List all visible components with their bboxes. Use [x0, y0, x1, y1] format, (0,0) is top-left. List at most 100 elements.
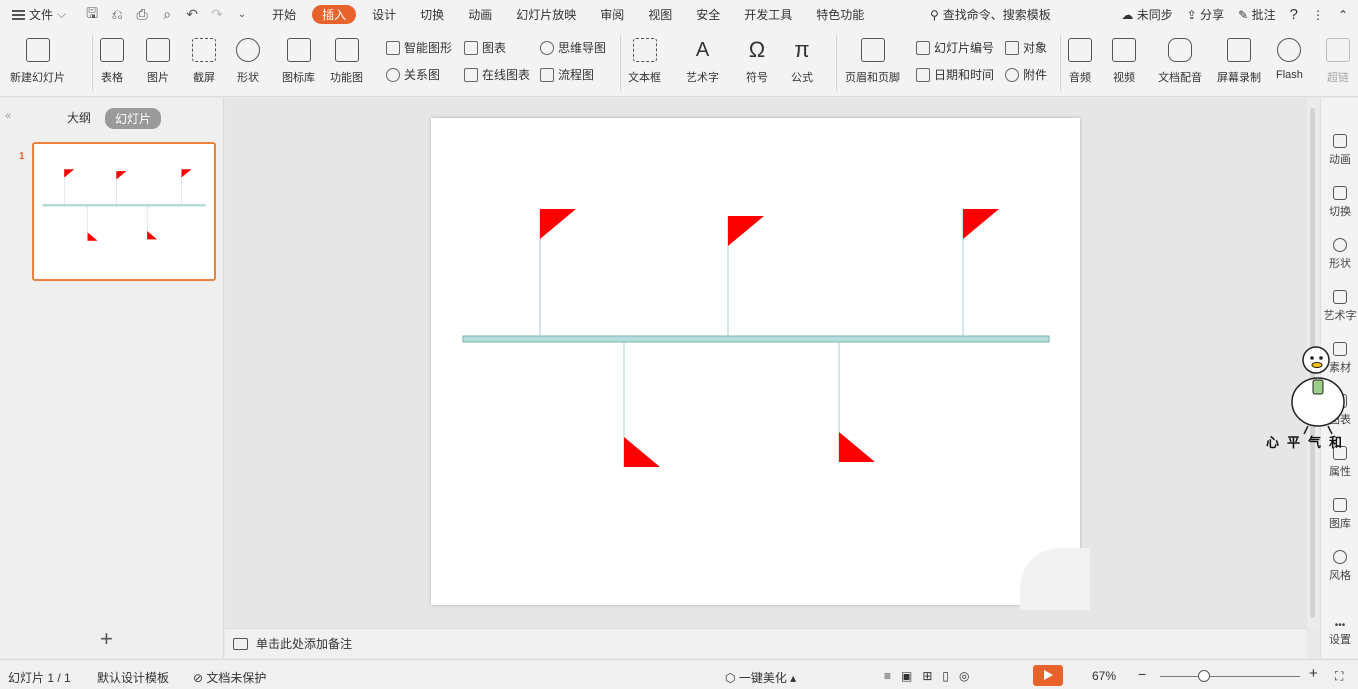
view-mode-buttons[interactable]: ≡▣⊞▯◎ — [884, 669, 980, 683]
symbol-button[interactable]: Ω 符号 — [745, 29, 769, 85]
reading-view-icon[interactable]: ▯ — [942, 669, 959, 683]
customize-icon[interactable]: ⌄ — [234, 9, 250, 20]
flowchart-button[interactable]: 流程图 — [540, 66, 594, 83]
collapse-panel-icon[interactable]: « — [5, 110, 11, 122]
table-button[interactable]: 表格 — [100, 29, 124, 85]
tab-features[interactable]: 特色功能 — [804, 0, 876, 29]
tab-security[interactable]: 安全 — [684, 0, 732, 29]
online-chart-label: 在线图表 — [482, 68, 531, 82]
print-icon[interactable]: ⎙ — [134, 6, 150, 23]
format-painter-icon[interactable]: ⎌ — [109, 6, 125, 23]
datetime-button[interactable]: 日期和时间 — [916, 66, 994, 83]
sync-button[interactable]: ☁ 未同步 — [1121, 6, 1172, 23]
tab-slides[interactable]: 幻灯片 — [105, 108, 162, 129]
online-chart-button[interactable]: 在线图表 — [464, 66, 530, 83]
screenshot-button[interactable]: 截屏 — [192, 29, 216, 85]
play-slideshow-button[interactable] — [1033, 665, 1063, 686]
more-icon[interactable]: ⋮ — [1312, 8, 1324, 22]
pane-animation[interactable]: 动画 — [1321, 134, 1358, 167]
icon-library-button[interactable]: 图标库 — [282, 29, 315, 85]
divider — [836, 35, 837, 91]
screen-record-button[interactable]: 屏幕录制 — [1217, 29, 1261, 85]
picture-button[interactable]: 图片 — [146, 29, 170, 85]
object-button[interactable]: 对象 — [1005, 39, 1047, 56]
formula-button[interactable]: π 公式 — [790, 29, 814, 85]
pane-style[interactable]: 风格 — [1321, 550, 1358, 583]
command-search[interactable]: ⚲ 查找命令、搜索模板 — [930, 6, 1051, 23]
flag-top-2[interactable] — [727, 216, 764, 336]
chart-button[interactable]: 图表 — [464, 39, 506, 56]
search-icon: ⚲ — [930, 7, 939, 22]
flag-bottom-2[interactable] — [838, 342, 875, 462]
comment-button[interactable]: ✎ 批注 — [1238, 6, 1275, 23]
flash-button[interactable]: Flash — [1276, 29, 1303, 81]
tab-design[interactable]: 设计 — [360, 0, 408, 29]
pane-transition[interactable]: 切换 — [1321, 186, 1358, 219]
tab-view[interactable]: 视图 — [636, 0, 684, 29]
zoom-level[interactable]: 67% — [1092, 669, 1116, 683]
help-icon[interactable]: ? — [1290, 6, 1298, 23]
zoom-in-icon[interactable]: + — [1309, 665, 1318, 682]
tab-home[interactable]: 开始 — [260, 0, 308, 29]
tab-review[interactable]: 审阅 — [588, 0, 636, 29]
pane-shape[interactable]: 形状 — [1321, 238, 1358, 271]
smart-art-button[interactable]: 智能图形 — [386, 39, 452, 56]
tab-insert[interactable]: 插入 — [312, 5, 357, 24]
slide-count: 幻灯片 1 / 1 — [8, 671, 71, 685]
fit-window-icon[interactable]: ⛶ — [1335, 669, 1343, 684]
slide-canvas[interactable] — [431, 118, 1080, 605]
function-chart-button[interactable]: 功能图 — [330, 29, 363, 85]
shape-button[interactable]: 形状 — [236, 29, 260, 85]
video-button[interactable]: 视频 — [1112, 29, 1136, 85]
normal-view-icon[interactable]: ▣ — [901, 669, 922, 683]
share-button[interactable]: ⇪ 分享 — [1187, 6, 1224, 23]
redo-icon[interactable]: ↷ — [209, 6, 225, 23]
flag-top-3[interactable] — [962, 209, 999, 336]
object-icon — [1005, 40, 1019, 55]
tab-developer[interactable]: 开发工具 — [732, 0, 804, 29]
tab-slideshow[interactable]: 幻灯片放映 — [504, 0, 588, 29]
mind-map-button[interactable]: 思维导图 — [540, 39, 606, 56]
undo-icon[interactable]: ↶ — [184, 6, 200, 23]
zoom-slider[interactable] — [1160, 676, 1300, 677]
file-menu[interactable]: 文件 ⌵ — [0, 0, 74, 29]
datetime-label: 日期和时间 — [934, 68, 995, 82]
omega-icon: Ω — [748, 37, 766, 62]
new-slide-button[interactable]: 新建幻灯片 — [10, 29, 65, 85]
flag-bottom-1[interactable] — [623, 342, 660, 467]
presenter-icon[interactable]: ◎ — [959, 669, 979, 683]
tab-animation[interactable]: 动画 — [456, 0, 504, 29]
attachment-button[interactable]: 附件 — [1005, 66, 1047, 83]
tab-transition[interactable]: 切换 — [408, 0, 456, 29]
print-preview-icon[interactable]: ⌕ — [159, 6, 175, 23]
pane-settings[interactable]: ••• 设置 — [1321, 620, 1358, 647]
zoom-slider-knob[interactable] — [1198, 670, 1210, 682]
gallery-icon — [1333, 498, 1347, 512]
relation-chart-button[interactable]: 关系图 — [386, 66, 440, 83]
collapse-ribbon-icon[interactable]: ⌃ — [1338, 8, 1348, 22]
flag-top-1[interactable] — [539, 209, 576, 336]
slide-number-button[interactable]: 幻灯片编号 — [916, 39, 994, 56]
timeline-bar[interactable] — [462, 335, 1050, 343]
notes-toggle-icon[interactable]: ≡ — [884, 669, 901, 683]
pane-gallery[interactable]: 图库 — [1321, 498, 1358, 531]
add-slide-button[interactable]: + — [100, 626, 113, 652]
art-text-button[interactable]: A 艺术字 — [686, 29, 719, 85]
protection-status[interactable]: ⊘ 文档未保护 — [193, 669, 266, 686]
sorter-view-icon[interactable]: ⊞ — [922, 669, 942, 683]
hyperlink-button[interactable]: 超链 — [1326, 29, 1350, 85]
doc-dub-button[interactable]: 文档配音 — [1158, 29, 1202, 85]
beautify-button[interactable]: ⬡ 一键美化 ▴ — [725, 669, 796, 686]
template-name[interactable]: 默认设计模板 — [97, 669, 169, 686]
tab-outline[interactable]: 大纲 — [67, 109, 91, 126]
save-icon[interactable]: 🖫 — [84, 3, 100, 27]
pane-art-text[interactable]: 艺术字 — [1321, 290, 1358, 323]
notes-pane[interactable]: 单击此处添加备注 — [225, 628, 1307, 658]
audio-button[interactable]: 音频 — [1068, 29, 1092, 85]
zoom-out-icon[interactable]: − — [1138, 666, 1146, 682]
art-text-icon — [1333, 290, 1347, 304]
slide-thumbnail[interactable] — [32, 142, 216, 281]
transition-icon — [1333, 186, 1347, 200]
textbox-button[interactable]: 文本框 — [628, 29, 661, 85]
header-footer-button[interactable]: 页眉和页脚 — [845, 29, 900, 85]
